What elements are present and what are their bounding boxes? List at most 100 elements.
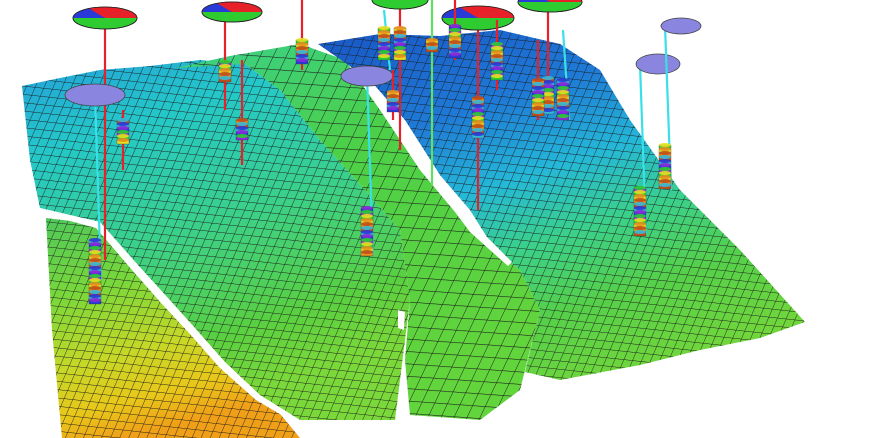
log-band-cap [659,175,671,179]
log-band-cap [219,64,231,68]
disk-head [340,65,394,87]
log-band-cap [491,70,503,74]
log-band-cap [219,60,231,64]
log-band-cap [378,46,390,50]
log-band-cap [472,104,484,108]
log-band-cap [449,44,461,48]
log-band-cap [89,254,101,258]
log-band-cap [89,246,101,250]
log-band-cap [532,106,544,110]
pie-slice-blue [517,0,550,2]
log-band-cap [659,163,671,167]
log-band-cap [659,151,671,155]
log-band-cap [491,66,503,70]
log-band-cap [659,167,671,171]
log-band-cap [491,74,503,78]
log-band-cap [361,214,373,218]
log-band-cap [236,130,248,134]
log-band-cap [491,58,503,62]
log-band-cap [387,98,399,102]
log-band-cap [634,206,646,210]
log-band-cap [491,46,503,50]
log-band-cap [89,286,101,290]
log-band-cap [219,68,231,72]
log-band-cap [634,214,646,218]
log-band-cap [659,147,671,151]
scene-canvas [22,0,805,438]
log-band-cap [426,42,438,46]
log-band-cap [532,82,544,86]
log-band-cap [89,242,101,246]
log-band-cap [378,42,390,46]
log-band-cap [472,128,484,132]
log-band-cap [532,98,544,102]
log-band-cap [117,134,129,138]
log-band-cap [296,50,308,54]
log-band-cap [659,155,671,159]
log-band-cap [236,118,248,122]
log-band-cap [557,102,569,106]
log-band-cap [361,234,373,238]
well-10 [658,17,702,191]
log-band-cap [117,138,129,142]
log-band-cap [634,198,646,202]
log-band-cap [557,78,569,82]
log-band-cap [361,206,373,210]
log-band-cap [378,50,390,54]
log-band-cap [532,86,544,90]
log-band-cap [659,183,671,187]
log-band-cap [532,94,544,98]
log-band-cap [394,50,406,54]
log-band-cap [449,32,461,36]
log-band-cap [387,102,399,106]
disk-head [64,83,126,107]
log-band-cap [491,54,503,58]
log-band-cap [361,210,373,214]
log-band-cap [296,46,308,50]
log-band-cap [296,54,308,58]
log-band-cap [532,90,544,94]
log-band-cap [532,110,544,114]
log-band-cap [236,134,248,138]
log-band-cap [449,28,461,32]
well-03 [295,0,309,70]
log-band-cap [361,242,373,246]
log-band-cap [472,120,484,124]
pie-head [371,0,429,10]
log-band-cap [557,110,569,114]
log-band-cap [472,112,484,116]
log-band-cap [394,42,406,46]
log-band-cap [634,230,646,234]
log-band-cap [472,116,484,120]
log-band-cap [449,24,461,28]
log-band-cap [449,52,461,56]
log-band-cap [472,108,484,112]
log-band-cap [449,40,461,44]
log-band-cap [89,262,101,266]
log-band-cap [378,34,390,38]
log-band-cap [472,124,484,128]
log-band-cap [472,100,484,104]
log-band-cap [378,26,390,30]
log-band-cap [89,294,101,298]
disk-head [635,53,681,75]
log-band-cap [236,126,248,130]
log-band-cap [491,50,503,54]
log-band-cap [557,94,569,98]
log-band-cap [236,122,248,126]
log-band-cap [634,218,646,222]
log-band-cap [219,72,231,76]
log-band-cap [557,98,569,102]
log-band-cap [634,210,646,214]
disk-head [660,17,702,35]
log-band-cap [472,132,484,136]
log-band-cap [117,130,129,134]
log-band-cap [532,78,544,82]
log-band-cap [296,42,308,46]
log-band-cap [557,114,569,118]
log-band-cap [394,54,406,58]
log-band-cap [449,48,461,52]
log-band-cap [89,250,101,254]
log-band-cap [89,258,101,262]
log-band-cap [89,266,101,270]
